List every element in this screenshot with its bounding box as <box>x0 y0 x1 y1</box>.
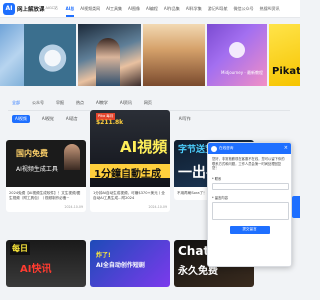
banner-label: Midjourney · 最新教程 <box>221 70 263 75</box>
article-thumbnail[interactable]: 国内免费 AI视频生成工具 <box>6 140 86 187</box>
category-tab[interactable]: 早报 <box>56 100 64 106</box>
article-card[interactable]: 国内免费 AI视频生成工具 2024免费【AI视频生成软件】！文生视频/图生视频… <box>6 140 86 212</box>
article-title[interactable]: 2024免费【AI视频生成软件】！文生视频/图生视频（附工具包）丨视频制作必备~ <box>6 187 86 205</box>
subcategory-tab[interactable]: AI写作 <box>179 116 191 122</box>
message-label: * 留言内容 <box>212 195 228 200</box>
nav-item[interactable]: 热搜AI资讯 <box>260 0 280 18</box>
chat-dialog: 在线咨询 × 您好，非常抱歉现在客服不在线，您可以留下你的联系方式和问题，工作人… <box>207 142 292 267</box>
thumbnail-text: AI全自动创作短剧 <box>96 262 145 269</box>
subcategory-tab[interactable]: AI视频 <box>12 115 30 123</box>
thumbnail-text: 每日 <box>10 242 30 255</box>
thumbnail-text: AI快讯 <box>20 264 52 275</box>
banner-portrait <box>96 38 120 86</box>
nav-item[interactable]: AI图像 <box>128 0 140 18</box>
chat-body: 您好，非常抱歉现在客服不在线，您可以留下你的联系方式和问题，工作人员会第一时间处… <box>208 154 291 237</box>
thumbnail-portrait <box>64 144 80 170</box>
close-icon[interactable]: × <box>284 146 288 151</box>
thumbnail-text: $211.8k <box>96 119 124 126</box>
article-card[interactable]: 炸了! AI全自动创作短剧 <box>90 240 170 287</box>
top-navigation: AI 网上解放课 AIGC站 AI总 AI视频类网 AI工具集 AI图像 AI编程 AI作… <box>0 0 300 18</box>
banner-carousel: Midjourney · 最新教程 Pikat <box>0 24 300 86</box>
banner-slide[interactable] <box>78 24 141 86</box>
nav-item[interactable]: 微信公众号 <box>234 0 254 18</box>
thumbnail-text: AI视频生成工具 <box>16 166 58 173</box>
thumbnail-text: 1分鐘自動生成 <box>94 169 161 180</box>
banner-slide[interactable]: Pikat <box>269 24 300 86</box>
thumbnail-text: 炸了! <box>96 252 111 259</box>
submit-message-button[interactable]: 提交留言 <box>229 225 270 234</box>
article-title[interactable]: 1分钟AI自动生成视频，可赚$370+美元丨全自动AI工具生成...附2024 <box>90 187 170 205</box>
nav-item[interactable]: AI总 <box>65 0 74 18</box>
subcategory-tab[interactable]: AI语言 <box>66 116 78 122</box>
banner-label: Pikat <box>272 66 300 77</box>
category-tab[interactable]: AI教学 <box>96 100 108 106</box>
page: AI 网上解放课 AIGC站 AI总 AI视频类网 AI工具集 AI图像 AI编程 AI作… <box>0 0 300 300</box>
article-date: 2024-10-09 <box>148 205 167 209</box>
subcategory-tab[interactable]: AI视觉 <box>42 116 54 122</box>
nav-item[interactable]: AI作品集 <box>164 0 180 18</box>
nav-menu: AI总 AI视频类网 AI工具集 AI图像 AI编程 AI作品集 AI科学集 游记AI导航 微信… <box>65 0 286 18</box>
chat-message: 您好，非常抱歉现在客服不在线，您可以留下你的联系方式和问题，工作人员会第一时间处… <box>212 157 285 171</box>
article-meta: 2024-10-09 <box>6 205 86 212</box>
banner-slide[interactable] <box>143 24 205 86</box>
nav-item[interactable]: AI视频类网 <box>80 0 100 18</box>
site-subtitle: AIGC站 <box>45 6 58 10</box>
article-thumbnail[interactable]: 每日 AI快讯 <box>6 240 86 287</box>
category-tab[interactable]: 网页 <box>144 100 152 106</box>
contact-label: * 联系 <box>212 176 222 181</box>
banner-slide[interactable]: Midjourney · 最新教程 <box>207 24 267 86</box>
message-textarea[interactable] <box>212 201 289 220</box>
thumbnail-text: AI視頻 <box>120 138 168 156</box>
nav-item[interactable]: AI编程 <box>146 0 158 18</box>
category-tab[interactable]: AI资讯 <box>120 100 132 106</box>
article-card[interactable]: 每日 AI快讯 <box>6 240 86 287</box>
category-tab[interactable]: 热点 <box>76 100 84 106</box>
midjourney-logo-icon <box>229 42 245 58</box>
site-logo[interactable]: AI 网上解放课 AIGC站 <box>3 2 58 15</box>
article-thumbnail[interactable]: 炸了! AI全自动创作短剧 <box>90 240 170 287</box>
article-thumbnail[interactable]: Pika 每月 $211.8k AI視頻 1分鐘自動生成 <box>90 110 170 187</box>
category-tabs: 全部 公众号 早报 热点 AI教学 AI资讯 网页 <box>0 98 300 108</box>
category-tab[interactable]: 全部 <box>12 100 20 106</box>
agent-avatar-icon <box>211 145 217 152</box>
banner-slide[interactable] <box>0 24 24 86</box>
article-meta: 2024-10-09 <box>90 205 170 212</box>
nav-item[interactable]: AI科学集 <box>186 0 202 18</box>
nav-item[interactable]: AI工具集 <box>106 0 122 18</box>
category-tab[interactable]: 公众号 <box>32 100 44 106</box>
logo-icon: AI <box>3 2 15 15</box>
site-title: 网上解放课 <box>17 6 45 13</box>
contact-input[interactable] <box>212 182 289 190</box>
banner-slide[interactable] <box>24 24 76 86</box>
nav-item[interactable]: 游记AI导航 <box>208 0 228 18</box>
chat-header: 在线咨询 × <box>208 143 291 154</box>
side-float-button[interactable] <box>292 196 300 218</box>
thumbnail-text: 国内免费 <box>16 149 48 158</box>
chat-title: 在线咨询 <box>219 146 234 150</box>
article-date: 2024-10-09 <box>64 205 83 209</box>
article-card[interactable]: Pika 每月 $211.8k AI視頻 1分鐘自動生成 1分钟AI自动生成视频… <box>90 110 170 212</box>
